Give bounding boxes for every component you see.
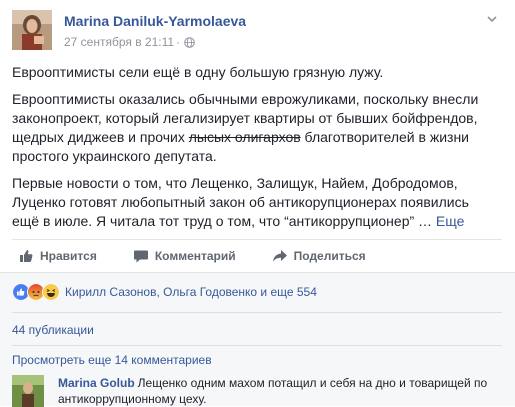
- comment-label: Комментарий: [154, 249, 236, 263]
- comment-button[interactable]: Комментарий: [133, 248, 236, 264]
- share-button[interactable]: Поделиться: [272, 248, 366, 264]
- author-name[interactable]: Marina Daniluk-Yarmolaeva: [64, 13, 246, 29]
- divider: [12, 345, 502, 346]
- author-avatar[interactable]: [12, 10, 52, 50]
- post-body: Еврооптимисты сели ещё в одну большую гр…: [12, 63, 498, 239]
- like-label: Нравится: [40, 249, 97, 263]
- reactions-summary[interactable]: Кирилл Сазонов, Ольга Годовенко и еще 55…: [65, 285, 317, 299]
- chevron-down-icon[interactable]: [485, 12, 499, 26]
- share-icon: [272, 250, 287, 262]
- thumbs-up-icon: [20, 250, 33, 262]
- commenter-avatar[interactable]: [12, 375, 44, 407]
- post-timestamp[interactable]: 27 сентября в 21:11: [64, 35, 174, 49]
- globe-icon[interactable]: [184, 36, 195, 48]
- reactions-row[interactable]: Кирилл Сазонов, Ольга Годовенко и еще 55…: [12, 282, 317, 302]
- post-paragraph: Первые новости о том, что Лещенко, Залищ…: [12, 174, 498, 231]
- haha-reaction-icon: [42, 283, 60, 301]
- shares-count[interactable]: 44 публикации: [12, 323, 94, 337]
- comment-icon: [133, 250, 148, 263]
- post-text: Первые новости о том, что Лещенко, Залищ…: [12, 175, 469, 229]
- post-meta: 27 сентября в 21:11 ·: [64, 35, 195, 49]
- see-more-link[interactable]: Еще: [436, 213, 465, 229]
- comment-body: Marina Golub Лещенко одним махом потащил …: [58, 375, 498, 407]
- comments-area: Кирилл Сазонов, Ольга Годовенко и еще 55…: [0, 272, 515, 407]
- post-paragraph: Еврооптимисты оказались обычными еврожул…: [12, 90, 498, 166]
- meta-separator: ·: [176, 35, 181, 49]
- comment-author[interactable]: Marina Golub: [58, 376, 135, 390]
- strikethrough-text: лысых олигархов: [188, 129, 301, 145]
- action-bar: Нравится Комментарий Поделиться: [12, 239, 502, 272]
- post-paragraph: Еврооптимисты сели ещё в одну большую гр…: [12, 64, 384, 80]
- like-button[interactable]: Нравится: [18, 248, 97, 264]
- view-more-comments-link[interactable]: Просмотреть еще 14 комментариев: [12, 353, 212, 367]
- post-header: Marina Daniluk-Yarmolaeva 27 сентября в …: [12, 9, 502, 53]
- share-label: Поделиться: [293, 249, 366, 263]
- divider: [12, 312, 502, 313]
